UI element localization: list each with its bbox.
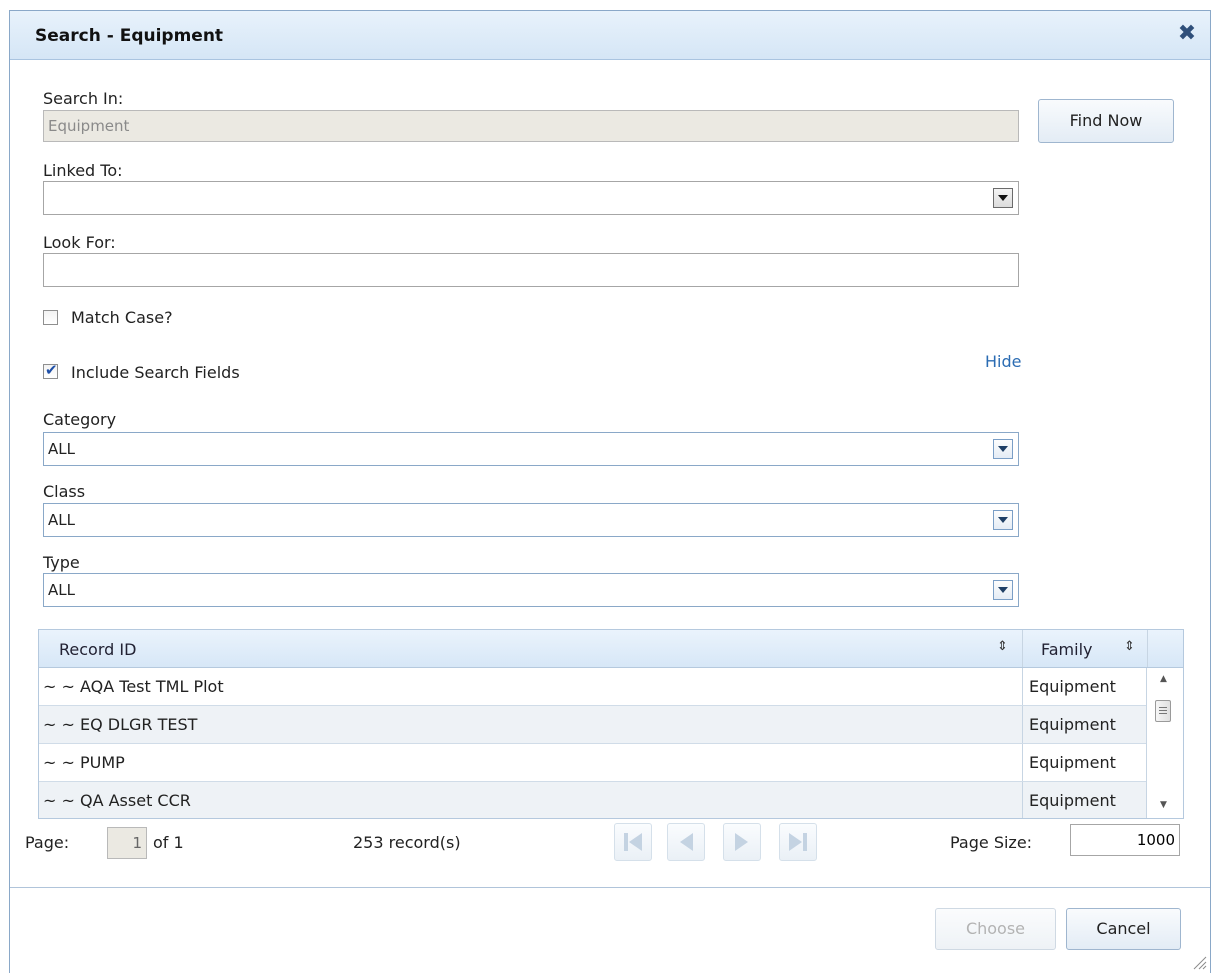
close-icon[interactable]: ✖: [1176, 23, 1198, 45]
class-label: Class: [43, 482, 86, 501]
find-now-button[interactable]: Find Now: [1038, 99, 1174, 143]
search-in-label: Search In:: [43, 89, 124, 108]
search-in-field: [43, 110, 1019, 142]
match-case-checkbox[interactable]: [43, 310, 58, 325]
search-dialog: Search - Equipment ✖ Search In: Find Now…: [9, 10, 1211, 973]
column-divider: [1147, 630, 1148, 667]
last-page-icon: [789, 833, 807, 851]
dialog-titlebar[interactable]: Search - Equipment ✖: [10, 11, 1210, 60]
page-label: Page:: [25, 833, 70, 852]
include-search-fields-label: Include Search Fields: [71, 363, 240, 382]
column-divider: [1022, 630, 1023, 667]
linked-to-label: Linked To:: [43, 161, 123, 180]
table-row[interactable]: ~ ~ PUMP Equipment: [39, 744, 1147, 782]
type-select[interactable]: ALL: [43, 573, 1019, 607]
chevron-down-icon[interactable]: [993, 510, 1013, 530]
column-header-family[interactable]: Family: [1041, 640, 1092, 659]
chevron-down-icon[interactable]: [993, 580, 1013, 600]
column-header-record-id[interactable]: Record ID: [59, 640, 136, 659]
linked-to-select[interactable]: [43, 181, 1019, 215]
look-for-label: Look For:: [43, 233, 116, 252]
next-page-icon: [735, 833, 748, 851]
table-row[interactable]: ~ ~ EQ DLGR TEST Equipment: [39, 706, 1147, 744]
category-value: ALL: [48, 440, 75, 458]
page-number-field[interactable]: [107, 827, 147, 859]
category-select[interactable]: ALL: [43, 432, 1019, 466]
first-page-button[interactable]: [614, 823, 652, 861]
page-size-input[interactable]: [1070, 824, 1180, 856]
page-of-text: of 1: [153, 833, 184, 852]
class-value: ALL: [48, 511, 75, 529]
type-value: ALL: [48, 581, 75, 599]
look-for-input[interactable]: [43, 253, 1019, 287]
dialog-title: Search - Equipment: [35, 26, 224, 46]
category-label: Category: [43, 410, 117, 429]
next-page-button[interactable]: [723, 823, 761, 861]
chevron-down-icon[interactable]: [993, 188, 1013, 208]
class-select[interactable]: ALL: [43, 503, 1019, 537]
chevron-down-icon[interactable]: [993, 439, 1013, 459]
hide-link[interactable]: Hide: [985, 352, 1021, 371]
sort-icon[interactable]: ⇕: [1124, 639, 1135, 654]
cancel-button[interactable]: Cancel: [1066, 908, 1181, 950]
scroll-down-icon[interactable]: ▼: [1160, 800, 1167, 810]
page-size-label: Page Size:: [950, 833, 1033, 852]
footer-divider: [10, 887, 1210, 888]
table-row[interactable]: ~ ~ QA Asset CCR Equipment: [39, 782, 1147, 818]
type-label: Type: [43, 553, 80, 572]
choose-button[interactable]: Choose: [935, 908, 1056, 950]
scroll-thumb[interactable]: [1155, 700, 1171, 722]
grid-header: Record ID ⇕ Family ⇕: [39, 630, 1183, 668]
previous-page-button[interactable]: [667, 823, 705, 861]
record-count: 253 record(s): [353, 833, 461, 852]
match-case-label: Match Case?: [71, 308, 173, 327]
sort-icon[interactable]: ⇕: [997, 639, 1008, 654]
scroll-up-icon[interactable]: ▲: [1160, 674, 1167, 684]
first-page-icon: [624, 833, 642, 851]
checkmark-icon: ✔: [45, 361, 58, 379]
table-row[interactable]: ~ ~ AQA Test TML Plot Equipment: [39, 668, 1147, 706]
previous-page-icon: [680, 833, 693, 851]
vertical-scrollbar[interactable]: ▲ ▼: [1146, 668, 1183, 818]
last-page-button[interactable]: [779, 823, 817, 861]
include-search-fields-checkbox[interactable]: ✔: [43, 361, 58, 379]
resize-grip-icon[interactable]: [1191, 954, 1207, 970]
results-grid: Record ID ⇕ Family ⇕ ~ ~ AQA Test TML Pl…: [38, 629, 1184, 819]
